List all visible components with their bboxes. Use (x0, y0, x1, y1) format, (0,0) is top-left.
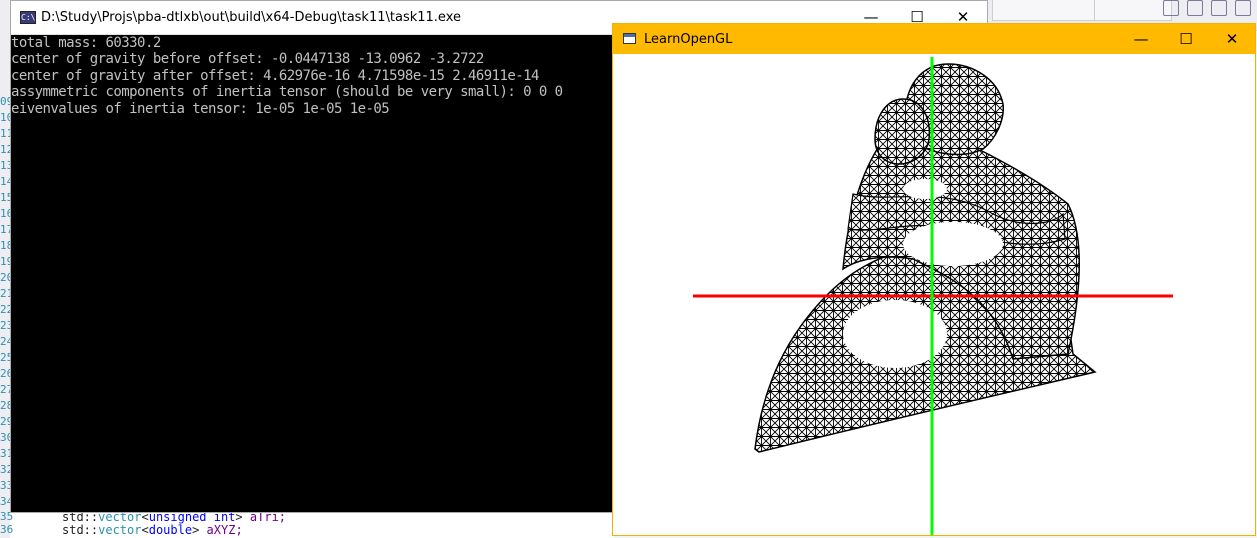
line-number: 20 (0, 271, 10, 284)
line-number: 13 (0, 159, 10, 172)
line-number: 24 (0, 335, 10, 348)
tool-icon[interactable] (1211, 0, 1227, 16)
line-number: 19 (0, 255, 10, 268)
line-number: 10 (0, 111, 10, 124)
line-number: 15 (0, 191, 10, 204)
line-number: 32 (0, 463, 10, 476)
opengl-title-bar[interactable]: LearnOpenGL — ☐ ✕ (613, 24, 1255, 54)
line-number: 30 (0, 431, 10, 444)
line-number: 09 (0, 95, 10, 108)
code-token-tparam: double (148, 523, 193, 537)
line-number: 33 (0, 479, 10, 492)
opengl-window-title: LearnOpenGL (644, 32, 733, 47)
opengl-minimize-button[interactable]: — (1118, 24, 1164, 54)
line-number: 29 (0, 415, 10, 428)
line-number: 18 (0, 239, 10, 252)
line-number: 11 (0, 127, 10, 140)
console-output: total mass: 60330.2 center of gravity bef… (11, 35, 611, 117)
line-number: 28 (0, 399, 10, 412)
console-window-title: D:\Study\Projs\pba-dtlxb\out\build\x64-D… (41, 10, 461, 25)
console-output-line: assymmetric components of inertia tensor… (11, 84, 563, 101)
ide-toolbar-icons (1163, 0, 1251, 18)
code-line[interactable]: std::vector<double> aXYZ; (62, 523, 243, 537)
line-number: 22 (0, 303, 10, 316)
code-token-close: > (192, 523, 200, 537)
opengl-maximize-button[interactable]: ☐ (1163, 24, 1209, 54)
console-output-line: total mass: 60330.2 (11, 35, 161, 51)
line-number: 34 (0, 495, 10, 508)
line-number: 23 (0, 319, 10, 332)
opengl-close-button[interactable]: ✕ (1209, 24, 1255, 54)
console-output-line: center of gravity after offset: 4.62976e… (11, 67, 539, 84)
opengl-window[interactable]: LearnOpenGL — ☐ ✕ (612, 23, 1256, 536)
line-number: 26 (0, 367, 10, 380)
ide-code-editor[interactable]: 35 std::vector<unsigned int> aTri; 36 std::… (0, 510, 614, 538)
tool-icon[interactable] (1235, 0, 1251, 16)
code-token-prefix: std:: (62, 523, 99, 537)
line-number: 31 (0, 447, 10, 460)
line-number: 25 (0, 351, 10, 364)
line-number: 16 (0, 207, 10, 220)
line-number: 27 (0, 383, 10, 396)
code-token-open: < (141, 523, 149, 537)
window-app-icon (623, 33, 636, 44)
tool-icon[interactable] (1163, 0, 1179, 16)
code-line-number: 36 (0, 523, 14, 536)
console-app-icon: C:\ (20, 11, 36, 24)
code-token-name: aXYZ; (206, 523, 243, 537)
line-number: 12 (0, 143, 10, 156)
tool-icon[interactable] (1187, 0, 1203, 16)
line-number: 14 (0, 175, 10, 188)
console-output-line: center of gravity before offset: -0.0447… (11, 51, 484, 68)
ide-tab[interactable] (1094, 0, 1172, 21)
ide-tab[interactable] (992, 0, 1106, 21)
code-token-type: vector (98, 523, 142, 537)
console-output-line: eivenvalues of inertia tensor: 1e-05 1e-… (11, 100, 390, 117)
line-number: 21 (0, 287, 10, 300)
line-number: 17 (0, 223, 10, 236)
opengl-viewport[interactable] (613, 54, 1255, 535)
sculpture-wireframe-mesh (754, 63, 1097, 453)
